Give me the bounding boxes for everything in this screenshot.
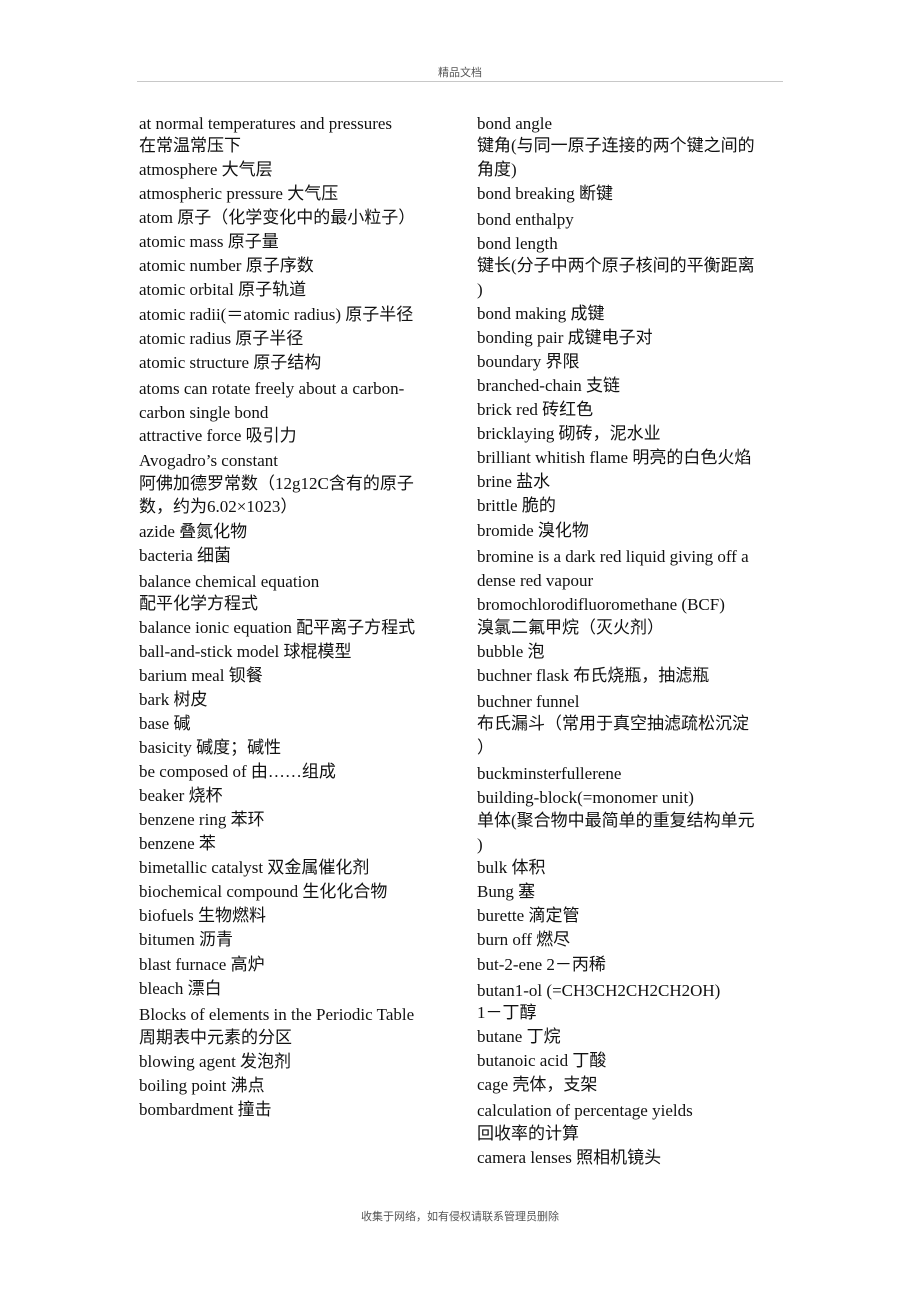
right-column-entry-line: building-block(=monomer unit) <box>477 788 694 807</box>
right-column-entry-line: 角度) <box>477 160 517 179</box>
left-column-entry-line: bombardment 撞击 <box>139 1100 272 1119</box>
right-column-entry-line: bulk 体积 <box>477 858 546 877</box>
left-column-entry-line: carbon single bond <box>139 403 269 422</box>
header-divider <box>137 81 783 82</box>
right-column-entry-line: burn off 燃尽 <box>477 930 571 949</box>
left-column-entry-line: ball-and-stick model 球棍模型 <box>139 642 352 661</box>
right-column-entry-line: branched-chain 支链 <box>477 376 621 395</box>
left-column-entry-line: base 碱 <box>139 714 191 733</box>
left-column-entry-line: beaker 烧杯 <box>139 786 223 805</box>
right-column-entry-line: brittle 脆的 <box>477 496 556 515</box>
right-column-entry-line: boundary 界限 <box>477 352 580 371</box>
left-column-entry-line: atomic radii(＝atomic radius) 原子半径 <box>139 305 414 324</box>
left-column-entry-line: barium meal 钡餐 <box>139 666 263 685</box>
right-column-entry-line: brick red 砖红色 <box>477 400 594 419</box>
right-column-entry-line: bromine is a dark red liquid giving off … <box>477 547 749 566</box>
right-column-entry-line: brine 盐水 <box>477 472 551 491</box>
right-column-entry-line: bond length <box>477 234 558 253</box>
left-column-entry-line: Blocks of elements in the Periodic Table <box>139 1005 415 1024</box>
right-column-entry-line: ) <box>477 835 483 854</box>
left-column-entry-line: blowing agent 发泡剂 <box>139 1052 292 1071</box>
right-column-entry-line: bromochlorodifluoromethane (BCF) <box>477 595 725 614</box>
left-column-entry-line: atomic structure 原子结构 <box>139 353 322 372</box>
right-column-entry-line: butan1-ol (=CH3CH2CH2CH2OH) <box>477 981 721 1000</box>
right-column-entry-line: bubble 泡 <box>477 642 545 661</box>
right-column-entry-line: calculation of percentage yields <box>477 1101 693 1120</box>
right-column-entry-line: 键角(与同一原子连接的两个键之间的 <box>477 136 755 155</box>
page-footer-note: 收集于网络，如有侵权请联系管理员删除 <box>361 1210 559 1223</box>
right-column-entry-line: bond angle <box>477 114 553 133</box>
left-column-entry-line: at normal temperatures and pressures <box>139 114 393 133</box>
right-column-entry-line: bonding pair 成键电子对 <box>477 328 653 347</box>
left-column-entry-line: blast furnace 高炉 <box>139 955 265 974</box>
left-column-entry-line: atomic radius 原子半径 <box>139 329 304 348</box>
right-column-entry-line: but-2-ene 2－丙稀 <box>477 955 606 974</box>
right-column-entry-line: buchner flask 布氏烧瓶，抽滤瓶 <box>477 666 710 685</box>
left-column-entry-line: bacteria 细菌 <box>139 546 232 565</box>
right-column-entry-line: 布氏漏斗（常用于真空抽滤疏松沉淀 <box>477 714 749 733</box>
right-column-entry-line: buckminsterfullerene <box>477 764 622 783</box>
right-column-entry-line: Bung 塞 <box>477 882 536 901</box>
left-column-entry-line: atomic number 原子序数 <box>139 256 314 275</box>
right-column-entry-line: 1－丁醇 <box>477 1003 537 1022</box>
right-column-entry-line: butanoic acid 丁酸 <box>477 1051 607 1070</box>
left-column-entry-line: atmospheric pressure 大气压 <box>139 184 339 203</box>
left-column-entry-line: benzene ring 苯环 <box>139 810 265 829</box>
right-column-entry-line: dense red vapour <box>477 571 594 590</box>
right-column-entry-line: 键长(分子中两个原子核间的平衡距离 <box>477 256 755 275</box>
left-column-entry-line: azide 叠氮化物 <box>139 522 248 541</box>
right-column-entry-line: 单体(聚合物中最简单的重复结构单元 <box>477 811 755 830</box>
page-header-title: 精品文档 <box>438 66 482 79</box>
right-column-entry-line: bricklaying 砌砖，泥水业 <box>477 424 661 443</box>
right-column-entry-line: bond breaking 断键 <box>477 184 613 203</box>
right-column-entry-line: brilliant whitish flame 明亮的白色火焰 <box>477 448 752 467</box>
left-column-entry-line: balance chemical equation <box>139 572 320 591</box>
left-column-entry-line: atomic orbital 原子轨道 <box>139 280 307 299</box>
right-column-entry-line: bond making 成键 <box>477 304 605 323</box>
left-column-entry-line: Avogadro’s constant <box>139 451 278 470</box>
left-column-entry-line: 阿佛加德罗常数（12g12C含有的原子 <box>139 474 414 493</box>
right-column-entry-line: 溴氯二氟甲烷（灭火剂） <box>477 618 664 637</box>
left-column-entry-line: bleach 漂白 <box>139 979 222 998</box>
left-column-entry-line: biochemical compound 生化化合物 <box>139 882 388 901</box>
left-column-entry-line: basicity 碱度；碱性 <box>139 738 282 757</box>
right-column-entry-line: cage 壳体，支架 <box>477 1075 598 1094</box>
right-column-entry-line: bromide 溴化物 <box>477 521 589 540</box>
left-column-entry-line: atmosphere 大气层 <box>139 160 273 179</box>
left-column-entry-line: biofuels 生物燃料 <box>139 906 267 925</box>
right-column-entry-line: burette 滴定管 <box>477 906 580 925</box>
left-column-entry-line: 配平化学方程式 <box>139 594 258 613</box>
left-column-entry-line: bitumen 沥青 <box>139 930 233 949</box>
left-column-entry-line: atoms can rotate freely about a carbon- <box>139 379 405 398</box>
right-column-entry-line: buchner funnel <box>477 692 580 711</box>
left-column-entry-line: attractive force 吸引力 <box>139 426 297 445</box>
left-column-entry-line: benzene 苯 <box>139 834 216 853</box>
right-column-entry-line: butane 丁烷 <box>477 1027 561 1046</box>
left-column-entry-line: 周期表中元素的分区 <box>139 1028 292 1047</box>
right-column-entry-line: 回收率的计算 <box>477 1124 579 1143</box>
left-column-entry-line: atomic mass 原子量 <box>139 232 279 251</box>
left-column-entry-line: balance ionic equation 配平离子方程式 <box>139 618 416 637</box>
left-column-entry-line: 在常温常压下 <box>139 136 241 155</box>
right-column-entry-line: bond enthalpy <box>477 210 574 229</box>
left-column-entry-line: atom 原子（化学变化中的最小粒子） <box>139 208 416 227</box>
left-column-entry-line: bimetallic catalyst 双金属催化剂 <box>139 858 370 877</box>
left-column-entry-line: 数，约为6.02×1023） <box>139 497 298 516</box>
left-column-entry-line: boiling point 沸点 <box>139 1076 265 1095</box>
left-column-entry-line: be composed of 由……组成 <box>139 762 336 781</box>
right-column-entry-line: camera lenses 照相机镜头 <box>477 1148 662 1167</box>
right-column-entry-line: ） <box>477 738 494 757</box>
left-column-entry-line: bark 树皮 <box>139 690 208 709</box>
right-column-entry-line: ) <box>477 280 483 299</box>
